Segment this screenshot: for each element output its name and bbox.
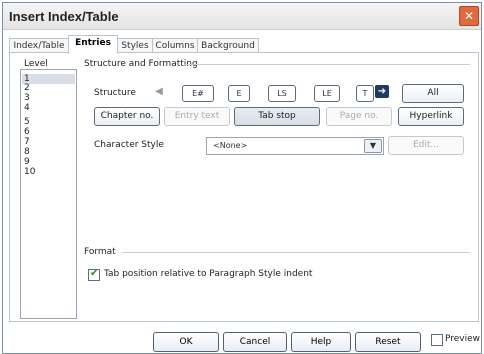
token-link-start[interactable]: LS — [268, 85, 296, 102]
level-item[interactable]: 5 — [24, 117, 30, 127]
insert-index-dialog: Insert Index/Table ✕ Index/Table Entries… — [2, 2, 482, 354]
hyperlink-button[interactable]: Hyperlink — [398, 107, 464, 126]
token-entry-number[interactable]: E# — [182, 85, 214, 102]
chevron-down-icon[interactable]: ▼ — [364, 139, 382, 153]
token-entry[interactable]: E — [228, 85, 250, 102]
level-item[interactable]: 9 — [24, 157, 30, 167]
tab-position-label: Tab position relative to Paragraph Style… — [104, 269, 313, 279]
tab-columns[interactable]: Columns — [152, 38, 198, 53]
level-item[interactable]: 8 — [24, 147, 30, 157]
scroll-right-icon[interactable]: ➜ — [375, 85, 389, 98]
level-list[interactable]: 1 2 3 4 5 6 7 8 9 10 — [20, 69, 77, 319]
level-item[interactable]: 10 — [24, 167, 35, 177]
format-group-divider — [122, 252, 470, 253]
format-group-title: Format — [84, 247, 116, 257]
preview-label: Preview — [445, 334, 481, 344]
ok-button[interactable]: OK — [153, 332, 219, 352]
structure-label: Structure — [94, 88, 136, 98]
tab-index-table[interactable]: Index/Table — [9, 38, 69, 53]
tab-background[interactable]: Background — [197, 38, 259, 53]
close-icon[interactable]: ✕ — [459, 6, 479, 26]
structure-group-title: Structure and Formatting — [84, 59, 198, 69]
entry-text-button[interactable]: Entry text — [164, 107, 230, 126]
level-item[interactable]: 7 — [24, 137, 30, 147]
preview-checkbox[interactable] — [431, 334, 443, 346]
tab-styles[interactable]: Styles — [117, 38, 153, 53]
character-style-value: <None> — [213, 141, 248, 150]
all-button[interactable]: All — [402, 84, 464, 103]
help-button[interactable]: Help — [291, 332, 351, 352]
checkmark-icon: ✔ — [90, 268, 99, 279]
chapter-no-button[interactable]: Chapter no. — [94, 107, 160, 126]
character-style-label: Character Style — [94, 140, 164, 150]
reset-button[interactable]: Reset — [355, 332, 421, 352]
level-item[interactable]: 2 — [24, 83, 30, 93]
tab-entries[interactable]: Entries — [68, 35, 118, 54]
edit-style-button[interactable]: Edit... — [388, 136, 464, 155]
token-tab[interactable]: T — [356, 85, 374, 102]
entries-panel: Level 1 2 3 4 5 6 7 8 9 10 Structure and… — [9, 52, 479, 322]
tab-position-checkbox[interactable]: ✔ — [88, 268, 100, 281]
dialog-title: Insert Index/Table — [9, 9, 119, 24]
level-item[interactable]: 1 — [22, 74, 75, 84]
character-style-select[interactable]: <None> ▼ — [206, 137, 384, 155]
title-bar: Insert Index/Table ✕ — [3, 3, 481, 30]
page-no-button[interactable]: Page no. — [326, 107, 392, 126]
level-item[interactable]: 6 — [24, 127, 30, 137]
level-item[interactable]: 3 — [24, 93, 30, 103]
token-link-end[interactable]: LE — [314, 85, 340, 102]
scroll-left-icon[interactable]: ◀ — [152, 85, 166, 98]
cancel-button[interactable]: Cancel — [223, 332, 287, 352]
tab-stop-button[interactable]: Tab stop — [234, 107, 320, 126]
level-header: Level — [24, 59, 48, 69]
structure-group-divider — [184, 64, 470, 65]
level-item[interactable]: 4 — [24, 103, 30, 113]
